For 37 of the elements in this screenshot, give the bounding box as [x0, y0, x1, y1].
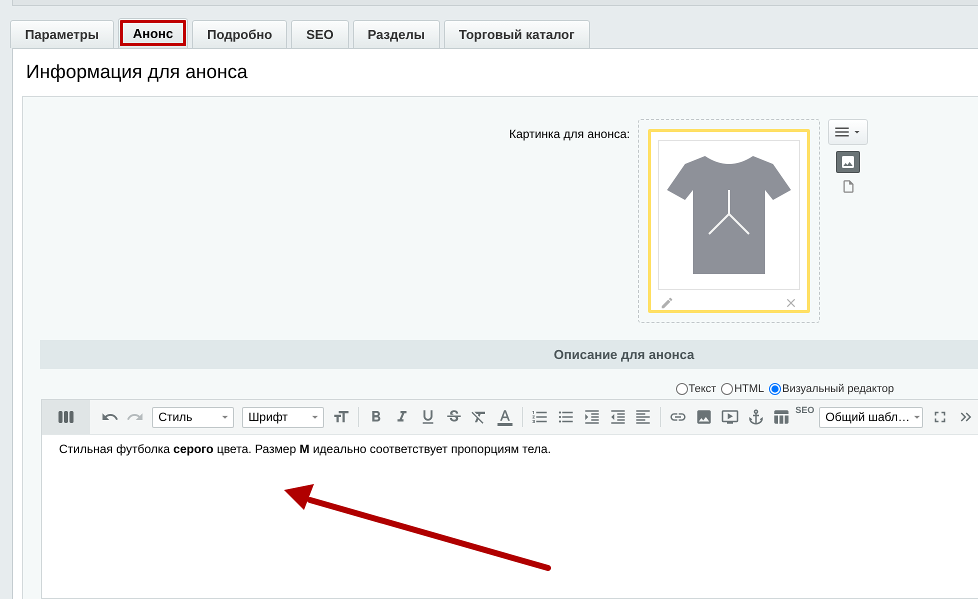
image-icon: [694, 408, 713, 426]
tab[interactable]: Подробно: [192, 20, 288, 48]
radio-label: Визуальный редактор: [782, 383, 894, 395]
align-left-icon: [634, 408, 652, 426]
text-color-icon: [496, 408, 514, 426]
image-icon: [840, 154, 856, 170]
editor-text: Стильная футболка серого цвета. Размер M идеально соответствует пропорциям тела.: [58, 441, 552, 458]
radio-button[interactable]: [721, 383, 734, 395]
section-header-title: Описание для анонса: [554, 347, 694, 362]
file-icon: [840, 179, 856, 194]
file-button[interactable]: [840, 179, 856, 194]
tab[interactable]: Торговый каталог: [444, 20, 590, 48]
tab[interactable]: Параметры: [10, 20, 114, 48]
font-select[interactable]: Шрифт: [242, 406, 324, 428]
style-select[interactable]: Стиль: [152, 406, 234, 428]
menu-button[interactable]: [828, 119, 868, 145]
rich-text-editor[interactable]: Стиль Шрифт SEO Общий шабл… Стильная футболка серого цвета. Размер M идеально соответствует пропорциям тела.: [41, 399, 978, 599]
radio-button[interactable]: [676, 383, 688, 395]
seo-button[interactable]: SEO: [795, 405, 814, 429]
video-icon: [720, 408, 739, 426]
section-title: Информация для анонса: [25, 61, 249, 85]
indent-icon: [582, 408, 601, 426]
outdent-icon: [608, 408, 626, 426]
template-select[interactable]: Общий шабл…: [819, 406, 924, 428]
radio-label: Текст: [688, 383, 716, 395]
field-label: Картинка для анонса:: [508, 126, 630, 141]
anchor-icon: [746, 408, 765, 426]
tab[interactable]: Анонс: [118, 18, 188, 48]
table-icon: [772, 408, 790, 426]
tab[interactable]: Разделы: [352, 20, 440, 48]
image-button[interactable]: [836, 151, 860, 173]
radio-button[interactable]: [769, 383, 782, 395]
columns-icon: [56, 408, 75, 426]
view-toggle-button[interactable]: [42, 400, 90, 434]
numbered-list-icon: [531, 408, 550, 426]
radio-label: HTML: [734, 383, 764, 395]
tab[interactable]: SEO: [291, 20, 349, 48]
